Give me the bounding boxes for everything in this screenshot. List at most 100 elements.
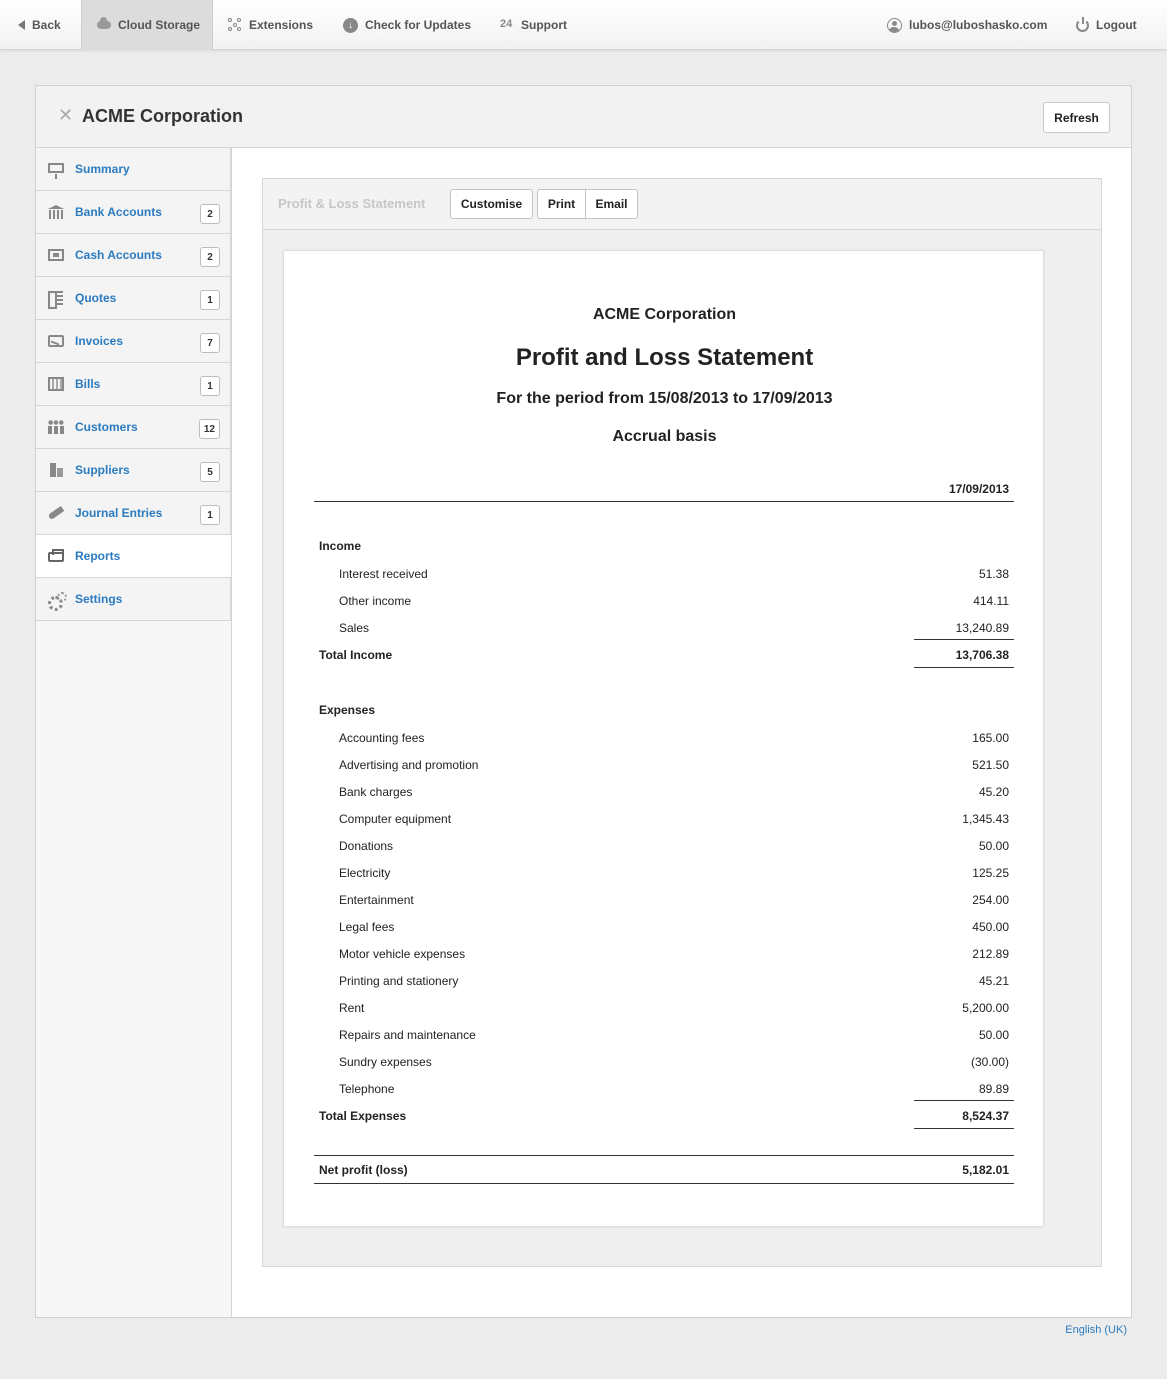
quill-icon [45,503,66,524]
table-row: Entertainment 254.00 [314,884,1014,911]
table-row: Printing and stationery 45.21 [314,965,1014,992]
calendar-icon [48,377,64,391]
extensions-button[interactable]: Extensions [218,0,323,50]
table-row: Other income 414.11 [314,585,1014,612]
cloud-icon [97,17,111,29]
line-amount: 45.21 [978,974,1009,988]
email-button[interactable]: Email [585,189,638,219]
panel-header: ✕ ACME Corporation Refresh [36,86,1131,148]
line-amount: 89.89 [978,1082,1009,1096]
line-label: Other income [339,594,412,608]
total-expenses-amount: 8,524.37 [962,1109,1009,1123]
table-row: Computer equipment 1,345.43 [314,803,1014,830]
line-amount: 45.20 [978,785,1009,799]
user-account-button[interactable]: lubos@luboshasko.com [877,0,1057,50]
table-row: Bank charges 45.20 [314,776,1014,803]
check-for-updates-button[interactable]: ↓ Check for Updates [333,0,481,50]
sidebar-item-customers[interactable]: Customers 12 [36,406,231,449]
table-row: Repairs and maintenance 50.00 [314,1019,1014,1046]
main-content: Profit & Loss Statement Customise Print … [231,148,1131,1317]
extensions-label: Extensions [249,18,314,32]
report-toolbar: Profit & Loss Statement Customise Print … [263,179,1101,230]
line-amount: 165.00 [972,731,1009,745]
line-label: Sales [339,621,370,635]
line-label: Sundry expenses [339,1055,432,1069]
net-profit-amount: 5,182.01 [962,1163,1009,1177]
sidebar-item-reports[interactable]: Reports [36,535,232,578]
count-badge: 1 [200,376,220,396]
line-label: Legal fees [339,920,395,934]
table-row: Rent 5,200.00 [314,992,1014,1019]
back-button[interactable]: Back [8,0,71,50]
table-row: Sundry expenses (30.00) [314,1046,1014,1073]
close-icon[interactable]: ✕ [58,105,73,125]
report-frame: Profit & Loss Statement Customise Print … [262,178,1102,1267]
support-label: Support [521,18,567,32]
company-title: ACME Corporation [82,106,243,126]
line-label: Advertising and promotion [339,758,479,772]
support-24-icon: 24 [500,18,513,30]
line-label: Repairs and maintenance [339,1028,476,1042]
sidebar-item-label: Summary [75,162,130,176]
customise-button[interactable]: Customise [450,189,533,219]
line-amount: 521.50 [972,758,1009,772]
line-amount: 414.11 [973,594,1009,608]
sidebar-item-bank-accounts[interactable]: Bank Accounts 2 [36,191,231,234]
line-amount: 125.25 [972,866,1009,880]
sidebar-item-suppliers[interactable]: Suppliers 5 [36,449,231,492]
back-arrow-icon [18,20,25,30]
print-button[interactable]: Print [537,189,586,219]
sidebar-item-label: Quotes [75,291,117,305]
cloud-storage-button[interactable]: Cloud Storage [81,0,213,50]
line-label: Bank charges [339,785,413,799]
line-label: Donations [339,839,394,853]
table-row: Sales 13,240.89 [314,612,1014,639]
sidebar-item-quotes[interactable]: Quotes 1 [36,277,231,320]
people-icon [48,420,64,434]
sidebar-item-bills[interactable]: Bills 1 [36,363,231,406]
line-amount: 5,200.00 [962,1001,1009,1015]
count-badge: 5 [200,462,220,482]
line-label: Entertainment [339,893,414,907]
gears-icon [48,592,67,611]
logout-button[interactable]: Logout [1066,0,1147,50]
refresh-button[interactable]: Refresh [1043,102,1110,133]
net-profit-row: Net profit (loss) 5,182.01 [314,1155,1014,1184]
report-title: Profit and Loss Statement [515,344,814,371]
count-badge: 2 [200,247,220,267]
printer-icon [48,549,64,562]
report-basis: Accrual basis [612,428,717,445]
line-label: Rent [339,1001,365,1015]
count-badge: 7 [200,333,220,353]
sidebar-item-journal-entries[interactable]: Journal Entries 1 [36,492,231,535]
table-row: Telephone 89.89 [314,1073,1014,1100]
sidebar-item-label: Suppliers [75,463,130,477]
support-button[interactable]: 24 Support [490,0,577,50]
language-link[interactable]: English (UK) [1065,1324,1127,1336]
total-income-label: Total Income [319,648,393,662]
table-row: Legal fees 450.00 [314,911,1014,938]
line-label: Electricity [339,866,391,880]
table-row: Motor vehicle expenses 212.89 [314,938,1014,965]
table-row: Interest received 51.38 [314,558,1014,585]
report-sheet: ACME Corporation Profit and Loss Stateme… [283,250,1044,1227]
income-heading: Income [319,539,362,553]
line-label: Printing and stationery [339,974,459,988]
column-header: 17/09/2013 [314,473,1014,502]
line-amount: 50.00 [978,1028,1009,1042]
table-row: Electricity 125.25 [314,857,1014,884]
line-label: Computer equipment [339,812,452,826]
user-email: lubos@luboshasko.com [909,18,1048,32]
sidebar-item-summary[interactable]: Summary [36,148,231,191]
sidebar-item-settings[interactable]: Settings [36,578,231,621]
expenses-heading-row: Expenses [314,694,1014,722]
table-row: Advertising and promotion 521.50 [314,749,1014,776]
report-company: ACME Corporation [592,306,737,323]
report-breadcrumb: Profit & Loss Statement [278,196,426,211]
sidebar-item-invoices[interactable]: Invoices 7 [36,320,231,363]
count-badge: 2 [200,204,220,224]
total-income-amount: 13,706.38 [955,648,1009,662]
line-amount: 1,345.43 [962,812,1009,826]
sidebar-item-cash-accounts[interactable]: Cash Accounts 2 [36,234,231,277]
sidebar-item-label: Bills [75,377,101,391]
